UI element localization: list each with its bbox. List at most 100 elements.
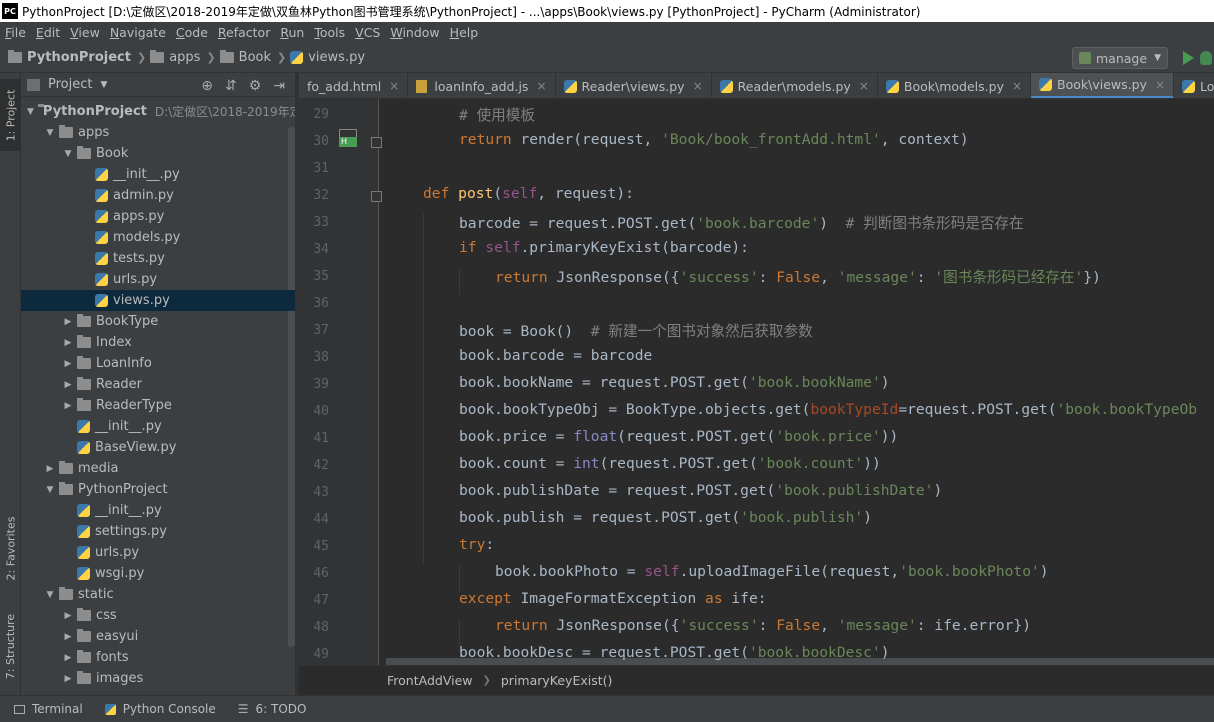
tree-folder[interactable]: ▶ css — [21, 605, 295, 626]
menu-help[interactable]: Help — [445, 25, 484, 40]
hide-icon[interactable]: ⇥ — [273, 78, 285, 94]
menu-navigate[interactable]: Navigate — [105, 25, 171, 40]
code-line[interactable]: return JsonResponse({'success': False, '… — [495, 617, 1031, 634]
gear-icon[interactable]: ⚙ — [249, 78, 262, 94]
menu-code[interactable]: Code — [171, 25, 213, 40]
tree-file[interactable]: urls.py — [21, 269, 295, 290]
code-line[interactable]: book.count = int(request.POST.get('book.… — [459, 455, 881, 472]
code-editor[interactable]: 29 30 31 32 33 34 35 36 37 38 39 40 41 42 43 44 45 46 47 48… — [299, 99, 1214, 665]
editor-tab[interactable]: fo_add.html × — [299, 73, 409, 98]
collapsed-arrow-icon[interactable]: ▶ — [63, 359, 73, 369]
expanded-arrow-icon[interactable]: ▼ — [45, 590, 55, 600]
template-marker-icon[interactable]: H — [339, 129, 357, 147]
nav-crumb-book[interactable]: Book — [219, 50, 271, 65]
breadcrumb-method[interactable]: primaryKeyExist() — [501, 673, 613, 688]
editor-tab[interactable]: Book\models.py × — [878, 73, 1032, 98]
tree-folder[interactable]: ▼ static — [21, 584, 295, 605]
menu-run[interactable]: Run — [275, 25, 309, 40]
tree-folder[interactable]: ▶ media — [21, 458, 295, 479]
menu-view[interactable]: View — [65, 25, 105, 40]
tree-file[interactable]: __init__.py — [21, 416, 295, 437]
nav-crumb-views[interactable]: views.py — [290, 50, 365, 65]
tree-folder[interactable]: ▶ BookType — [21, 311, 295, 332]
tab-structure-toolwindow[interactable]: 7: Structure — [0, 601, 21, 691]
code-line[interactable]: # 使用模板 — [459, 104, 535, 125]
tree-folder[interactable]: ▼ Book — [21, 143, 295, 164]
collapsed-arrow-icon[interactable]: ▶ — [63, 653, 73, 663]
tree-file[interactable]: tests.py — [21, 248, 295, 269]
collapsed-arrow-icon[interactable]: ▶ — [63, 611, 73, 621]
expanded-arrow-icon[interactable]: ▼ — [45, 128, 55, 138]
tree-file[interactable]: admin.py — [21, 185, 295, 206]
tree-file[interactable]: __init__.py — [21, 500, 295, 521]
tree-file[interactable]: urls.py — [21, 542, 295, 563]
terminal-button[interactable]: Terminal — [14, 702, 83, 716]
tab-project-toolwindow[interactable]: 1: Project — [0, 79, 21, 151]
run-config-dropdown[interactable]: manage ▼ — [1072, 47, 1168, 69]
code-line[interactable]: if self.primaryKeyExist(barcode): — [459, 239, 749, 256]
menu-window[interactable]: Window — [385, 25, 444, 40]
menu-file[interactable]: File — [0, 25, 31, 40]
code-line[interactable]: return render(request, 'Book/book_frontA… — [459, 131, 969, 148]
tab-favorites-toolwindow[interactable]: 2: Favorites — [0, 503, 21, 593]
tree-file[interactable]: views.py — [21, 290, 295, 311]
menu-vcs[interactable]: VCS — [350, 25, 385, 40]
project-panel-title[interactable]: Project — [48, 77, 92, 92]
tree-folder[interactable]: ▶ Index — [21, 332, 295, 353]
collapsed-arrow-icon[interactable]: ▶ — [45, 464, 55, 474]
collapse-all-icon[interactable]: ⇵ — [225, 78, 237, 94]
tree-file[interactable]: models.py — [21, 227, 295, 248]
collapsed-arrow-icon[interactable]: ▶ — [63, 317, 73, 327]
collapsed-arrow-icon[interactable]: ▶ — [63, 401, 73, 411]
tree-folder[interactable]: ▶ fonts — [21, 647, 295, 668]
code-line[interactable]: barcode = request.POST.get('book.barcode… — [459, 212, 1024, 233]
expanded-arrow-icon[interactable]: ▼ — [45, 485, 55, 495]
code-line[interactable]: book.publishDate = request.POST.get('boo… — [459, 482, 942, 499]
tree-folder[interactable]: ▶ ReaderType — [21, 395, 295, 416]
tree-folder[interactable]: ▶ images — [21, 668, 295, 689]
tree-folder[interactable]: ▼ PythonProject D:\定做区\2018-2019年定 — [21, 101, 295, 122]
code-line[interactable]: book.bookPhoto = self.uploadImageFile(re… — [495, 563, 1049, 580]
tree-file[interactable]: wsgi.py — [21, 563, 295, 584]
code-line[interactable]: book = Book() # 新建一个图书对象然后获取参数 — [459, 320, 813, 341]
code-line[interactable]: try: — [459, 536, 494, 553]
close-icon[interactable]: × — [1012, 79, 1022, 93]
breadcrumb-class[interactable]: FrontAddView — [387, 673, 472, 688]
collapsed-arrow-icon[interactable]: ▶ — [63, 338, 73, 348]
close-icon[interactable]: × — [1155, 78, 1165, 92]
todo-button[interactable]: ☰ 6: TODO — [238, 702, 307, 716]
expanded-arrow-icon[interactable]: ▼ — [27, 107, 34, 117]
menu-tools[interactable]: Tools — [309, 25, 350, 40]
tree-file[interactable]: settings.py — [21, 521, 295, 542]
tree-file[interactable]: __init__.py — [21, 164, 295, 185]
close-icon[interactable]: × — [693, 79, 703, 93]
run-button[interactable] — [1183, 51, 1194, 65]
editor-gutter[interactable]: 29 30 31 32 33 34 35 36 37 38 39 40 41 42 43 44 45 46 47 48… — [299, 99, 382, 665]
code-line[interactable]: book.barcode = barcode — [459, 347, 652, 364]
code-line[interactable]: book.bookName = request.POST.get('book.b… — [459, 374, 890, 391]
tree-folder[interactable]: ▼ PythonProject — [21, 479, 295, 500]
chevron-down-icon[interactable]: ▼ — [100, 80, 107, 90]
code-line[interactable]: book.bookTypeObj = BookType.objects.get(… — [459, 401, 1197, 418]
locate-icon[interactable]: ⊕ — [201, 78, 213, 94]
editor-tab[interactable]: Reader\views.py × — [556, 73, 712, 98]
python-console-button[interactable]: Python Console — [104, 702, 216, 716]
tree-file[interactable]: apps.py — [21, 206, 295, 227]
close-icon[interactable]: × — [859, 79, 869, 93]
collapsed-arrow-icon[interactable]: ▶ — [63, 380, 73, 390]
code-line[interactable]: return JsonResponse({'success': False, '… — [495, 266, 1101, 287]
debug-button[interactable] — [1200, 51, 1212, 65]
tree-file[interactable]: BaseView.py — [21, 437, 295, 458]
editor-tab[interactable]: Book\views.py × — [1031, 73, 1175, 98]
code-line[interactable]: except ImageFormatException as ife: — [459, 590, 767, 607]
close-icon[interactable]: × — [536, 79, 546, 93]
menu-refactor[interactable]: Refactor — [213, 25, 275, 40]
code-line[interactable]: book.bookDesc = request.POST.get('book.b… — [459, 644, 890, 661]
nav-crumb-apps[interactable]: apps — [150, 50, 200, 65]
close-icon[interactable]: × — [389, 79, 399, 93]
code-line[interactable]: book.price = float(request.POST.get('boo… — [459, 428, 898, 445]
menu-edit[interactable]: Edit — [31, 25, 65, 40]
editor-tab[interactable]: loanInfo_add.js × — [408, 73, 556, 98]
fold-marker-icon[interactable] — [371, 191, 382, 202]
nav-crumb-project[interactable]: PythonProject — [8, 50, 131, 65]
